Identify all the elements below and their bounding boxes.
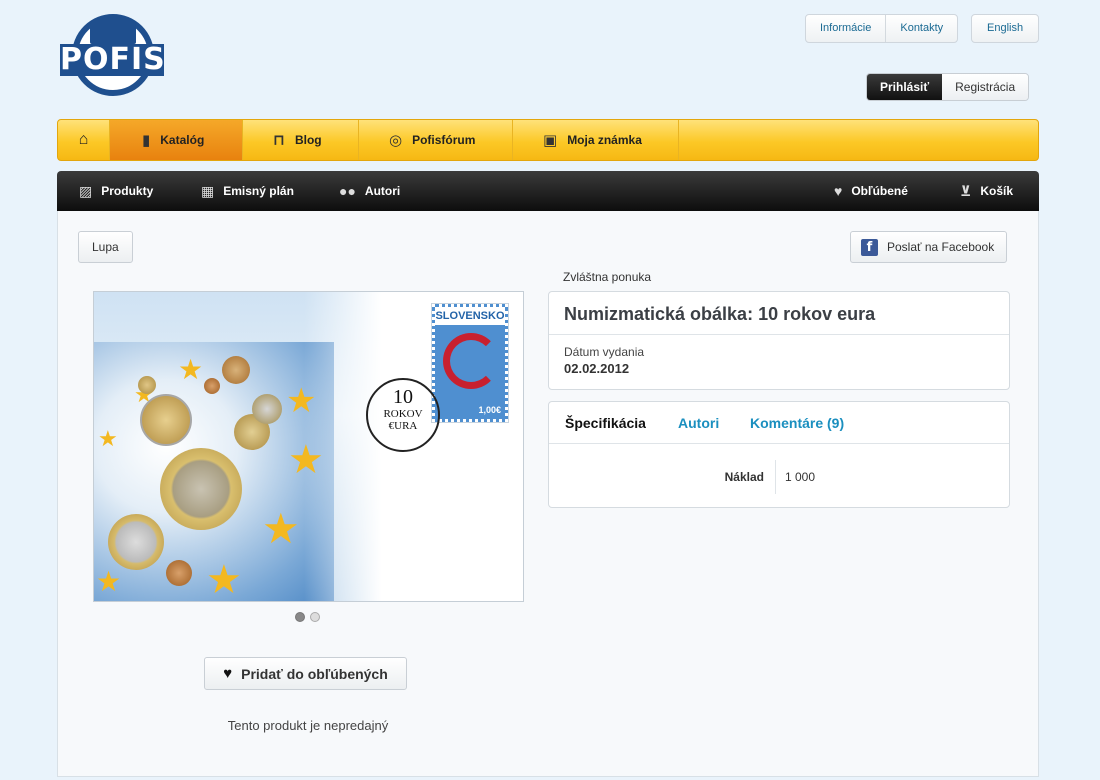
release-date-label: Dátum vydania (564, 345, 645, 359)
language-button[interactable]: English (972, 15, 1038, 42)
euro-coin (138, 376, 156, 394)
heart-icon: ♥ (834, 183, 843, 199)
stamp-value: 1,00€ (478, 405, 501, 415)
main-nav: ⌂ ▮ Katalóg ⊓ Blog ◎ Pofisfórum ▣ Moja z… (57, 119, 1039, 161)
postmark-line1: ROKOV (383, 408, 423, 420)
auth-group: Prihlásiť Registrácia (866, 73, 1030, 101)
tab-specifikacia[interactable]: Špecifikácia (565, 415, 646, 431)
chat-icon: ◎ (389, 132, 403, 149)
link-informacie[interactable]: Informácie (806, 15, 885, 42)
euro-sign-icon (443, 333, 499, 389)
product-image[interactable]: ★ ★ ★ ★ ★ ★ ★ ★ SLOVENSKO 1,00€ 10 ROKOV… (93, 291, 524, 602)
tab-komentare[interactable]: Komentáre (9) (750, 415, 844, 431)
subnav-produkty[interactable]: ▨ Produkty (79, 171, 153, 211)
stamp-country: SLOVENSKO (435, 310, 505, 322)
subnav-emisny-plan-label: Emisný plán (223, 184, 294, 198)
nav-pofisforum[interactable]: ◎ Pofisfórum (359, 120, 513, 160)
logo-text: POFIS (60, 42, 166, 77)
spec-key: Náklad (724, 470, 764, 484)
euro-coin (160, 448, 242, 530)
book-icon: ▮ (142, 132, 151, 149)
subnav-produkty-label: Produkty (101, 184, 154, 198)
login-button[interactable]: Prihlásiť (867, 74, 943, 100)
top-links-group: Informácie Kontakty (805, 14, 959, 43)
sub-nav: ▨ Produkty ▦ Emisný plán ●● Autori ♥ Obľ… (57, 171, 1039, 211)
carousel-dots (295, 612, 320, 622)
euro-star: ★ (286, 382, 317, 420)
subnav-autori[interactable]: ●● Autori (339, 171, 400, 211)
spec-row: Náklad 1 000 (549, 460, 1009, 494)
subnav-kosik[interactable]: ⊻ Košík (960, 171, 1013, 211)
spec-value: 1 000 (785, 470, 816, 484)
euro-star: ★ (178, 354, 204, 385)
subnav-oblubene[interactable]: ♥ Obľúbené (834, 171, 908, 211)
product-title: Numizmatická obálka: 10 rokov eura (564, 304, 876, 324)
euro-coin (222, 356, 250, 384)
add-to-favorites-label: Pridať do obľúbených (241, 665, 388, 682)
pofis-logo[interactable]: POFIS (60, 12, 166, 100)
home-icon: ⌂ (78, 131, 89, 148)
nav-katalog-label: Katalóg (160, 133, 205, 147)
facebook-share-button[interactable]: f Poslať na Facebook (850, 231, 1008, 263)
euro-coin (204, 378, 220, 394)
nav-katalog[interactable]: ▮ Katalóg (110, 120, 243, 160)
subnav-autori-label: Autori (364, 184, 401, 198)
zoom-button[interactable]: Lupa (78, 231, 133, 263)
divider (549, 334, 1009, 335)
euro-coin (252, 394, 282, 424)
postmark-line2: €URA (388, 420, 418, 432)
nav-blog[interactable]: ⊓ Blog (243, 120, 359, 160)
tab-autori[interactable]: Autori (678, 415, 719, 431)
details-tabs: Špecifikácia Autori Komentáre (9) (549, 402, 1009, 444)
heart-icon: ♥ (223, 664, 233, 682)
carousel-dot[interactable] (310, 612, 320, 622)
postage-stamp: SLOVENSKO 1,00€ (431, 303, 509, 423)
postmark: 10 ROKOV €URA (366, 378, 440, 452)
euro-star: ★ (206, 558, 242, 602)
add-to-favorites-button[interactable]: ♥ Pridať do obľúbených (204, 657, 407, 690)
product-title-box: Numizmatická obálka: 10 rokov eura Dátum… (548, 291, 1010, 390)
home-button[interactable]: ⌂ (58, 120, 110, 160)
cart-icon: ⊻ (960, 182, 972, 199)
availability-note: Tento produkt je nepredajný (227, 718, 389, 733)
details-box: Špecifikácia Autori Komentáre (9) Náklad… (548, 401, 1010, 508)
image-icon: ▨ (79, 182, 93, 199)
spec-divider (775, 460, 776, 494)
euro-coin (140, 394, 192, 446)
euro-coin (108, 514, 164, 570)
euro-coin (166, 560, 192, 586)
euro-star: ★ (98, 426, 118, 451)
language-switch: English (971, 14, 1040, 43)
link-kontakty[interactable]: Kontakty (885, 15, 957, 42)
users-icon: ●● (339, 183, 356, 199)
nav-moja-znamka[interactable]: ▣ Moja známka (513, 120, 679, 160)
subnav-oblubene-label: Obľúbené (851, 184, 908, 198)
open-book-icon: ⊓ (273, 132, 285, 149)
register-button[interactable]: Registrácia (942, 74, 1029, 100)
euro-star: ★ (96, 566, 122, 597)
subnav-kosik-label: Košík (980, 184, 1014, 198)
facebook-share-label: Poslať na Facebook (887, 240, 995, 254)
nav-pofisforum-label: Pofisfórum (412, 133, 476, 147)
product-category: Zvláštna ponuka (563, 270, 652, 284)
postmark-number: 10 (393, 386, 413, 408)
nav-blog-label: Blog (294, 133, 322, 147)
calendar-icon: ▦ (201, 182, 215, 199)
carousel-dot[interactable] (295, 612, 305, 622)
nav-moja-znamka-label: Moja známka (567, 133, 642, 147)
release-date-value: 02.02.2012 (564, 361, 630, 376)
stamp-frame-icon: ▣ (543, 132, 558, 149)
euro-star: ★ (262, 505, 300, 552)
facebook-icon: f (861, 238, 878, 256)
logo-house-shape (90, 18, 136, 44)
subnav-emisny-plan[interactable]: ▦ Emisný plán (201, 171, 294, 211)
euro-star: ★ (288, 438, 324, 482)
